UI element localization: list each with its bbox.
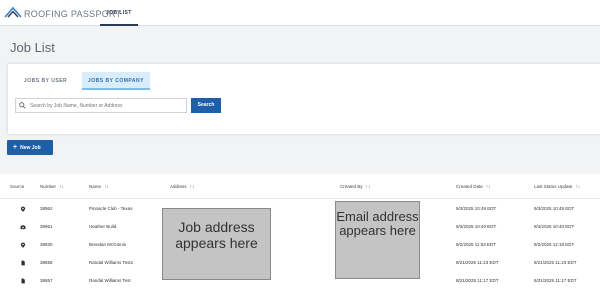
roofing-passport-logo[interactable]: ROOFING PASSPORT <box>4 4 121 22</box>
column-header-number[interactable]: Number ↑↓ <box>40 184 64 190</box>
location-pin-icon <box>20 206 26 212</box>
column-header-created-date[interactable]: Created Date ↑↓ <box>456 184 491 190</box>
sort-icon[interactable]: ↑↓ <box>575 184 580 190</box>
job-number[interactable]: 38930 <box>40 236 53 254</box>
job-number[interactable]: 38657 <box>40 272 53 290</box>
table-row[interactable]: 38961 Heather Build 9/3/2025 10:40 EDT 9… <box>0 218 600 236</box>
tab-jobs-by-company[interactable]: JOBS BY COMPANY <box>82 72 150 90</box>
created-date: 8/21/2025 11:23 EDT <box>456 260 499 265</box>
sort-icon[interactable]: ↑↓ <box>190 184 195 190</box>
sort-icon[interactable]: ↑↓ <box>104 184 109 190</box>
sort-icon[interactable]: ↑↓ <box>486 184 491 190</box>
created-date: 9/3/2025 10:49 EDT <box>456 206 497 211</box>
sort-icon[interactable]: ↑↓ <box>59 184 64 190</box>
last-status-update: 9/2/2025 12:18 EDT <box>534 242 575 247</box>
new-job-label: New Job <box>20 145 41 151</box>
table-row[interactable]: 38659 Randal Williams Test1 8/21/2025 11… <box>0 254 600 272</box>
new-job-button[interactable]: + New Job <box>7 140 53 155</box>
job-table: Source Number ↑↓ Name ↑↓ Address ↑↓ Created… <box>0 174 600 300</box>
search-icon <box>19 102 26 109</box>
job-name[interactable]: Randal Williams Test <box>89 272 131 290</box>
table-row[interactable]: 38962 Pinnacle Club - Texas 9/3/2025 10:… <box>0 200 600 218</box>
job-name[interactable]: Brendan McGinnis <box>89 236 126 254</box>
roof-logo-icon <box>4 6 22 18</box>
address-redaction-callout: Job address appears here <box>162 208 271 280</box>
job-search-input[interactable] <box>15 98 187 113</box>
column-header-created-by[interactable]: Created By ↑↓ <box>340 184 371 190</box>
table-row[interactable]: 38657 Randal Williams Test 8/21/2025 11:… <box>0 272 600 290</box>
created-date: 8/21/2025 11:17 EDT <box>456 278 499 283</box>
tab-jobs-by-user[interactable]: JOBS BY USER <box>18 72 73 90</box>
job-name[interactable]: Heather Build <box>89 218 116 236</box>
email-redaction-callout: Email address appears here <box>335 201 420 279</box>
top-navigation-bar: ROOFING PASSPORT JOB LIST <box>0 0 600 26</box>
location-pin-icon <box>20 242 26 248</box>
column-header-last-status-update[interactable]: Last Status Update ↑↓ <box>534 184 580 190</box>
document-icon <box>21 260 25 266</box>
job-name[interactable]: Pinnacle Club - Texas <box>89 200 132 218</box>
column-header-source: Source <box>10 184 25 189</box>
job-name[interactable]: Randal Williams Test1 <box>89 254 133 272</box>
column-header-name[interactable]: Name ↑↓ <box>89 184 109 190</box>
camera-icon <box>20 225 26 230</box>
job-number[interactable]: 38659 <box>40 254 53 272</box>
job-search-card: JOBS BY USER JOBS BY COMPANY Search <box>8 64 600 134</box>
created-date: 9/2/2025 11:53 EDT <box>456 242 496 247</box>
created-date: 9/3/2025 10:40 EDT <box>456 224 497 229</box>
sort-icon[interactable]: ↑↓ <box>366 184 371 190</box>
nav-tab-job-list[interactable]: JOB LIST <box>100 0 138 26</box>
job-number[interactable]: 38962 <box>40 200 53 218</box>
last-status-update: 8/21/2025 11:23 EDT <box>534 260 577 265</box>
last-status-update: 9/3/2025 10:49 EDT <box>534 206 575 211</box>
plus-icon: + <box>13 144 18 151</box>
search-button[interactable]: Search <box>191 98 221 113</box>
last-status-update: 9/3/2025 10:40 EDT <box>534 224 575 229</box>
job-number[interactable]: 38961 <box>40 218 53 236</box>
table-row[interactable]: 38930 Brendan McGinnis 9/2/2025 11:53 ED… <box>0 236 600 254</box>
last-status-update: 8/21/2025 11:17 EDT <box>534 278 577 283</box>
document-icon <box>21 278 25 284</box>
table-header-divider <box>0 198 600 199</box>
column-header-address[interactable]: Address ↑↓ <box>170 184 195 190</box>
page-title: Job List <box>10 40 55 55</box>
